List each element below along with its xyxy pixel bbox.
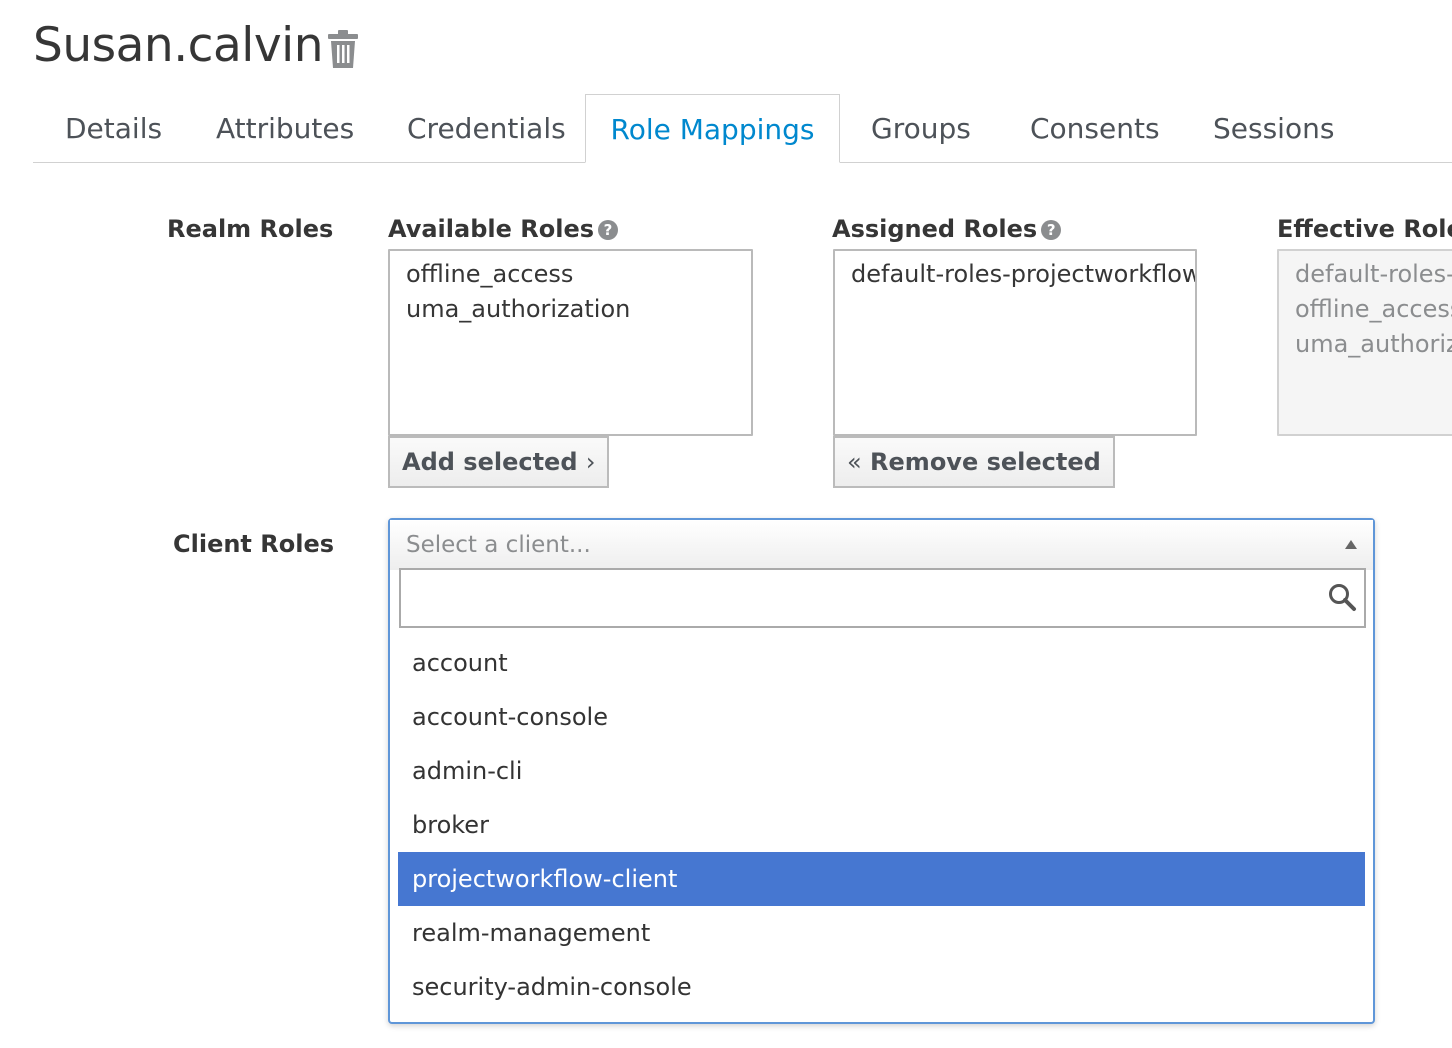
effective-roles-heading: Effective Roles	[1277, 215, 1452, 243]
tab-sessions[interactable]: Sessions	[1213, 94, 1334, 162]
help-icon[interactable]: ?	[598, 220, 619, 240]
available-role-item[interactable]: uma_authorization	[406, 292, 735, 327]
help-icon[interactable]: ?	[1041, 220, 1062, 240]
client-option-admin-cli[interactable]: admin-cli	[398, 744, 1365, 798]
client-option-projectworkflow-client[interactable]: projectworkflow-client	[398, 852, 1365, 906]
available-role-item[interactable]: offline_access	[406, 257, 735, 292]
tab-bar: Details Attributes Credentials Role Mapp…	[33, 94, 1452, 163]
trash-icon[interactable]	[328, 30, 358, 68]
add-selected-label: Add selected	[402, 448, 578, 476]
remove-selected-label: Remove selected	[870, 448, 1101, 476]
tab-groups[interactable]: Groups	[871, 94, 971, 162]
effective-role-item: offline_access	[1295, 295, 1452, 323]
add-selected-button[interactable]: Add selected ›	[388, 436, 610, 488]
client-search-input[interactable]	[399, 568, 1366, 628]
effective-role-item: uma_authoriza	[1295, 330, 1452, 358]
tab-credentials[interactable]: Credentials	[407, 94, 566, 162]
caret-up-icon[interactable]	[1345, 540, 1357, 549]
assigned-role-item[interactable]: default-roles-projectworkflow	[851, 257, 1195, 292]
available-roles-heading: Available Roles?	[388, 215, 619, 243]
assigned-roles-label: Assigned Roles	[832, 215, 1038, 243]
tab-attributes[interactable]: Attributes	[216, 94, 354, 162]
assigned-roles-heading: Assigned Roles?	[832, 215, 1062, 243]
remove-selected-button[interactable]: « Remove selected	[833, 436, 1115, 488]
search-icon	[1329, 584, 1356, 611]
client-option-realm-management[interactable]: realm-management	[398, 906, 1365, 960]
tab-role-mappings[interactable]: Role Mappings	[585, 94, 840, 163]
client-option-security-admin-console[interactable]: security-admin-console	[398, 960, 1365, 1014]
client-option-account[interactable]: account	[398, 636, 1365, 690]
effective-role-item: default-roles-p	[1295, 260, 1452, 288]
client-option-broker[interactable]: broker	[398, 798, 1365, 852]
tab-consents[interactable]: Consents	[1030, 94, 1160, 162]
effective-roles-list: default-roles-p offline_access uma_autho…	[1277, 249, 1452, 436]
chevron-right-icon: ›	[585, 448, 596, 476]
realm-roles-label: Realm Roles	[167, 215, 334, 243]
client-option-account-console[interactable]: account-console	[398, 690, 1365, 744]
effective-roles-label: Effective Roles	[1277, 215, 1452, 243]
available-roles-list[interactable]: offline_access uma_authorization	[388, 249, 753, 436]
available-roles-label: Available Roles	[388, 215, 595, 243]
page-title: Susan.calvin	[33, 18, 324, 73]
client-select-header[interactable]: Select a client...	[390, 520, 1373, 570]
double-chevron-left-icon: «	[847, 448, 862, 476]
client-roles-label: Client Roles	[173, 530, 335, 558]
client-select[interactable]: Select a client... account account-conso…	[388, 518, 1375, 1024]
assigned-roles-list[interactable]: default-roles-projectworkflow	[833, 249, 1197, 436]
client-select-placeholder: Select a client...	[406, 532, 591, 558]
tab-details[interactable]: Details	[65, 94, 162, 162]
